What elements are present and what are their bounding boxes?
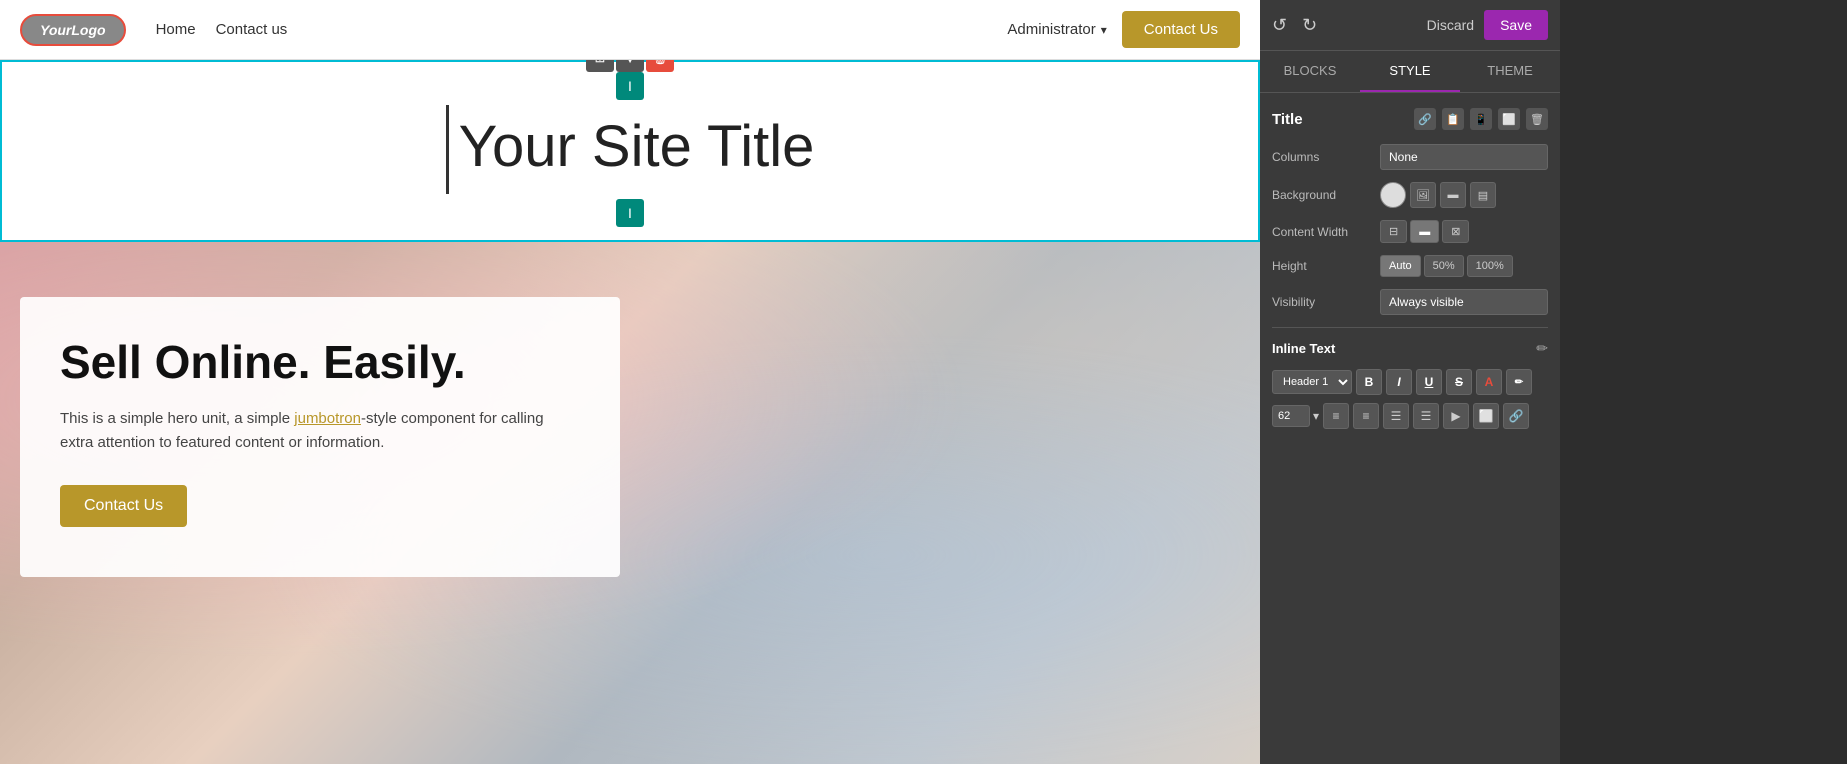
visibility-label: Visibility bbox=[1272, 295, 1372, 309]
tab-blocks[interactable]: BLOCKS bbox=[1260, 51, 1360, 92]
height-buttons: Auto 50% 100% bbox=[1380, 255, 1513, 277]
background-color-swatch[interactable] bbox=[1380, 182, 1406, 208]
background-gradient-icon[interactable]: ▤ bbox=[1470, 182, 1496, 208]
content-width-label: Content Width bbox=[1272, 225, 1372, 239]
font-size-arrow-icon[interactable]: ▾ bbox=[1313, 409, 1319, 423]
hero-desc-link[interactable]: jumbotron bbox=[294, 410, 361, 427]
hero-title: Sell Online. Easily. bbox=[60, 337, 580, 388]
inline-text-label: Inline Text bbox=[1272, 341, 1335, 356]
height-control: Auto 50% 100% bbox=[1380, 255, 1548, 277]
height-100-btn[interactable]: 100% bbox=[1467, 255, 1513, 277]
resize-icon[interactable]: ⬜ bbox=[1498, 108, 1520, 130]
visibility-control: Always visible bbox=[1380, 289, 1548, 315]
text-edit-pen-icon[interactable]: ✏ bbox=[1506, 369, 1532, 395]
text-format-toolbar-2: ▾ ≡ ≡ ☰ ☰ ▶ ⬜ 🔗 bbox=[1272, 403, 1548, 429]
navbar: YourLogo Home Contact us Administrator ▾… bbox=[0, 0, 1260, 60]
delete-section-icon[interactable]: 🗑 bbox=[1526, 108, 1548, 130]
panel-header-actions: Discard Save bbox=[1427, 10, 1548, 40]
image-inline-icon[interactable]: ⬜ bbox=[1473, 403, 1499, 429]
title-section-header: Title 🔗 📋 📱 ⬜ 🗑 bbox=[1272, 108, 1548, 130]
columns-row: Columns None bbox=[1272, 144, 1548, 170]
panel-header-icons: ↺ ↻ bbox=[1272, 15, 1317, 36]
nav-links: Home Contact us bbox=[156, 21, 1008, 38]
nav-right: Administrator ▾ Contact Us bbox=[1007, 11, 1240, 48]
align-center-btn[interactable]: ≡ bbox=[1353, 403, 1379, 429]
tab-theme[interactable]: THEME bbox=[1460, 51, 1560, 92]
admin-arrow-icon: ▾ bbox=[1101, 23, 1107, 37]
redo-icon[interactable]: ↻ bbox=[1302, 15, 1317, 36]
play-btn[interactable]: ▶ bbox=[1443, 403, 1469, 429]
visibility-select[interactable]: Always visible bbox=[1380, 289, 1548, 315]
title-block: ⊞ ▼ 🗑 I Your Site Title I bbox=[0, 60, 1260, 242]
columns-label: Columns bbox=[1272, 150, 1372, 164]
height-auto-btn[interactable]: Auto bbox=[1380, 255, 1421, 277]
italic-button[interactable]: I bbox=[1386, 369, 1412, 395]
underline-button[interactable]: U bbox=[1416, 369, 1442, 395]
hero-desc-text1: This is a simple hero unit, a simple bbox=[60, 410, 294, 427]
title-section-label: Title bbox=[1272, 111, 1303, 128]
main-content-area: YourLogo Home Contact us Administrator ▾… bbox=[0, 0, 1260, 764]
width-medium-btn[interactable]: ▬ bbox=[1410, 220, 1439, 243]
tab-style[interactable]: STYLE bbox=[1360, 51, 1460, 92]
panel-content: Title 🔗 📋 📱 ⬜ 🗑 Columns None Background bbox=[1260, 93, 1560, 764]
hero-description: This is a simple hero unit, a simple jum… bbox=[60, 407, 580, 455]
font-size-input[interactable] bbox=[1272, 405, 1310, 427]
color-button[interactable]: A bbox=[1476, 369, 1502, 395]
logo[interactable]: YourLogo bbox=[20, 14, 126, 46]
discard-button[interactable]: Discard bbox=[1427, 17, 1474, 33]
cursor-indicator-top: I bbox=[616, 72, 644, 100]
divider bbox=[1272, 327, 1548, 328]
hero-section: Sell Online. Easily. This is a simple he… bbox=[0, 242, 1260, 764]
width-narrow-btn[interactable]: ⊟ bbox=[1380, 220, 1407, 243]
list-ordered-btn[interactable]: ☰ bbox=[1413, 403, 1439, 429]
background-row: Background 🖼 ▬ ▤ bbox=[1272, 182, 1548, 208]
strikethrough-button[interactable]: S bbox=[1446, 369, 1472, 395]
hero-content-box: Sell Online. Easily. This is a simple he… bbox=[20, 297, 620, 578]
content-width-row: Content Width ⊟ ▬ ⊠ bbox=[1272, 220, 1548, 243]
nav-contact-us[interactable]: Contact us bbox=[216, 21, 288, 38]
panel-header: ↺ ↻ Discard Save bbox=[1260, 0, 1560, 51]
mobile-icon[interactable]: 📱 bbox=[1470, 108, 1492, 130]
font-size-control: ▾ bbox=[1272, 405, 1319, 427]
admin-dropdown[interactable]: Administrator ▾ bbox=[1007, 21, 1106, 38]
copy-icon[interactable]: 📋 bbox=[1442, 108, 1464, 130]
panel-tabs: BLOCKS STYLE THEME bbox=[1260, 51, 1560, 93]
section-action-icons: 🔗 📋 📱 ⬜ 🗑 bbox=[1414, 108, 1548, 130]
background-image-icon[interactable]: 🖼 bbox=[1410, 182, 1436, 208]
link-inline-icon[interactable]: 🔗 bbox=[1503, 403, 1529, 429]
background-video-icon[interactable]: ▬ bbox=[1440, 182, 1466, 208]
height-50-btn[interactable]: 50% bbox=[1424, 255, 1464, 277]
inline-text-header: Inline Text ✏ bbox=[1272, 340, 1548, 357]
align-left-btn[interactable]: ≡ bbox=[1323, 403, 1349, 429]
width-buttons: ⊟ ▬ ⊠ bbox=[1380, 220, 1469, 243]
height-label: Height bbox=[1272, 259, 1372, 273]
refresh-icon[interactable]: ↺ bbox=[1272, 15, 1287, 36]
site-title-text[interactable]: Your Site Title bbox=[2, 105, 1258, 194]
admin-label: Administrator bbox=[1007, 21, 1095, 38]
format-style-select[interactable]: Header 1 bbox=[1272, 370, 1352, 394]
height-row: Height Auto 50% 100% bbox=[1272, 255, 1548, 277]
background-label: Background bbox=[1272, 188, 1372, 202]
content-width-control: ⊟ ▬ ⊠ bbox=[1380, 220, 1548, 243]
columns-control: None bbox=[1380, 144, 1548, 170]
bold-button[interactable]: B bbox=[1356, 369, 1382, 395]
save-button[interactable]: Save bbox=[1484, 10, 1548, 40]
contact-us-button-hero[interactable]: Contact Us bbox=[60, 485, 187, 527]
background-control: 🖼 ▬ ▤ bbox=[1380, 182, 1548, 208]
inline-text-edit-icon[interactable]: ✏ bbox=[1536, 340, 1548, 357]
text-format-toolbar-1: Header 1 B I U S A ✏ bbox=[1272, 369, 1548, 395]
right-panel: ↺ ↻ Discard Save BLOCKS STYLE THEME Titl… bbox=[1260, 0, 1560, 764]
columns-select[interactable]: None bbox=[1380, 144, 1548, 170]
list-unordered-btn[interactable]: ☰ bbox=[1383, 403, 1409, 429]
logo-text: YourLogo bbox=[40, 22, 106, 38]
cursor-indicator-bottom: I bbox=[616, 199, 644, 227]
width-wide-btn[interactable]: ⊠ bbox=[1442, 220, 1469, 243]
visibility-row: Visibility Always visible bbox=[1272, 289, 1548, 315]
link-icon[interactable]: 🔗 bbox=[1414, 108, 1436, 130]
nav-home[interactable]: Home bbox=[156, 21, 196, 38]
contact-us-button-nav[interactable]: Contact Us bbox=[1122, 11, 1240, 48]
